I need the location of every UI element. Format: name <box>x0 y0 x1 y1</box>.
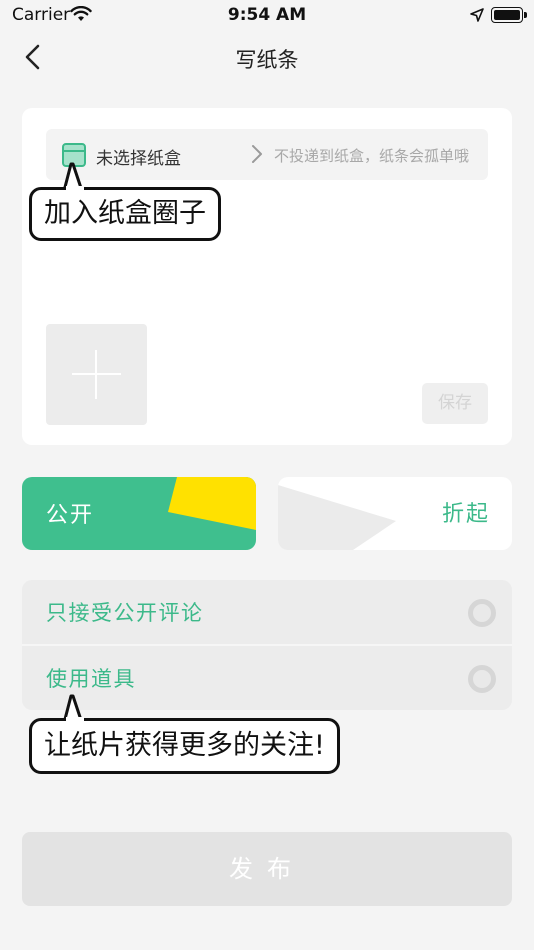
page-title: 写纸条 <box>235 48 299 72</box>
public-label: 公开 <box>46 503 95 528</box>
screen: Carrier 9:54 AM 写纸条 未选择纸盒 不投递到纸盒，纸条会孤单哦 … <box>0 0 534 950</box>
status-time: 9:54 AM <box>227 5 307 25</box>
options-list: 只接受公开评论 使用道具 <box>22 580 512 710</box>
chevron-right-icon <box>250 143 264 169</box>
box-select-hint: 不投递到纸盒，纸条会孤单哦 <box>274 147 470 165</box>
note-editor-card[interactable]: 未选择纸盒 不投递到纸盒，纸条会孤单哦 保存 <box>22 108 512 445</box>
props-tooltip: 让纸片获得更多的关注! <box>29 718 340 774</box>
publish-button[interactable]: 发布 <box>22 832 512 906</box>
box-tooltip: 加入纸盒圈子 <box>29 187 221 241</box>
battery-icon <box>491 7 527 23</box>
add-image-button[interactable] <box>46 324 147 425</box>
fold-label: 折起 <box>441 502 490 527</box>
radio-icon[interactable] <box>468 599 496 627</box>
option-label: 使用道具 <box>46 667 136 691</box>
fold-option[interactable]: 折起 <box>278 477 512 550</box>
option-public-comments[interactable]: 只接受公开评论 <box>22 580 512 644</box>
option-label: 只接受公开评论 <box>46 601 204 625</box>
status-bar: Carrier 9:54 AM <box>0 0 534 30</box>
save-button[interactable]: 保存 <box>422 383 488 424</box>
nav-bar: 写纸条 <box>0 30 534 86</box>
radio-icon[interactable] <box>468 665 496 693</box>
box-select-label: 未选择纸盒 <box>96 149 181 169</box>
option-use-props[interactable]: 使用道具 <box>22 646 512 710</box>
location-arrow-icon <box>470 7 484 26</box>
box-select-row[interactable]: 未选择纸盒 不投递到纸盒，纸条会孤单哦 <box>46 129 488 180</box>
public-option[interactable]: 公开 <box>22 477 256 550</box>
